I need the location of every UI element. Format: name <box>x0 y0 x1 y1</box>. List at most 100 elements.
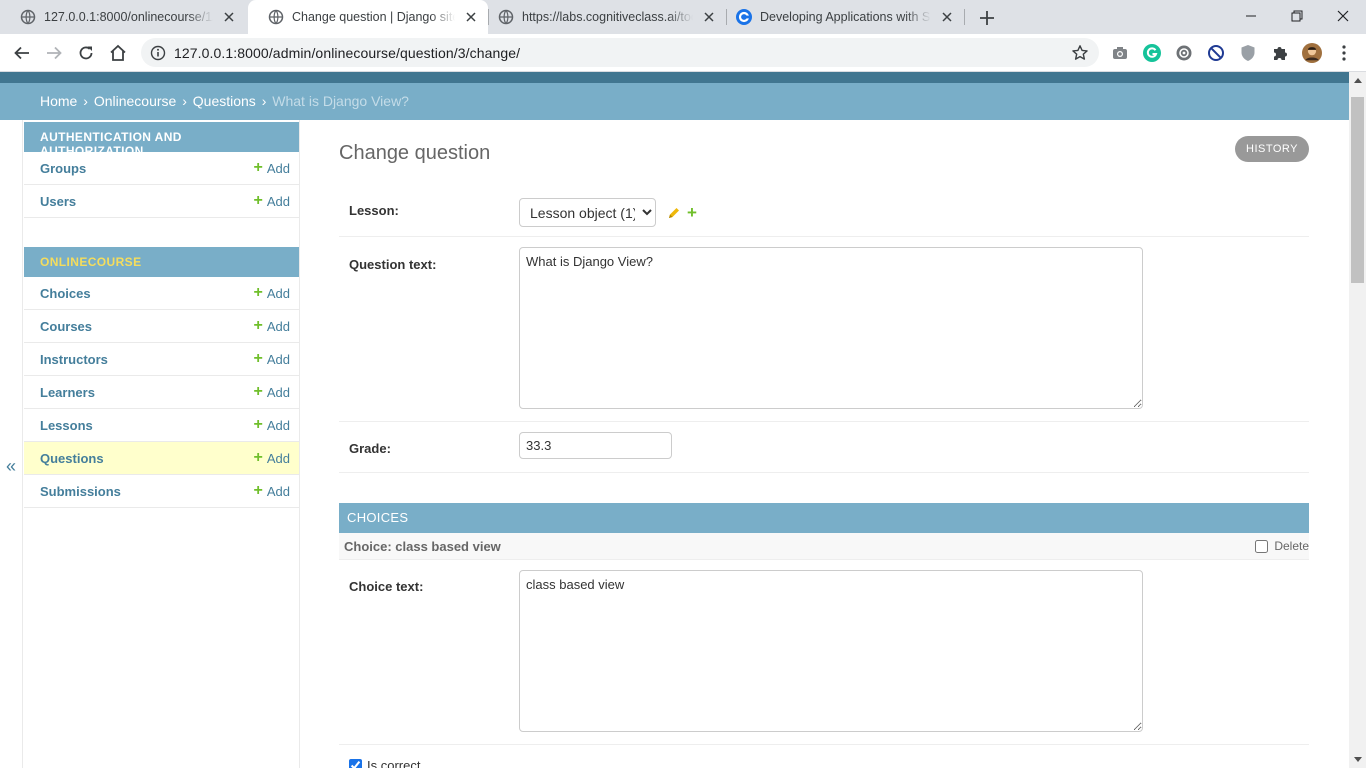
plus-icon: + <box>253 317 263 334</box>
breadcrumb-model[interactable]: Questions <box>193 93 256 109</box>
is-correct-checkbox[interactable] <box>349 759 362 768</box>
module-caption[interactable]: Authentication and Authorization <box>24 122 299 158</box>
profile-avatar[interactable] <box>1302 43 1322 63</box>
module-caption[interactable]: Onlinecourse <box>24 247 299 277</box>
grammarly-icon[interactable] <box>1142 43 1162 63</box>
module-auth: Authentication and Authorization Groups … <box>24 122 299 218</box>
tab-title: 127.0.0.1:8000/onlinecourse/1/ <box>44 10 213 24</box>
close-tab-icon[interactable] <box>939 9 955 25</box>
page-title: Change question <box>339 142 491 164</box>
grade-input[interactable] <box>519 432 672 459</box>
add-label: Add <box>266 193 290 209</box>
question-text-textarea[interactable]: What is Django View? <box>519 247 1143 409</box>
plus-icon[interactable]: + <box>687 204 700 221</box>
home-icon[interactable] <box>106 41 130 65</box>
sidebar-item-label[interactable]: Learners <box>40 385 254 400</box>
page-viewport: ʼ ʻ Home › Onlinecourse › Questions › Wh… <box>0 72 1349 768</box>
add-link[interactable]: + Add <box>254 483 290 499</box>
url-text: 127.0.0.1:8000/admin/onlinecourse/questi… <box>174 45 521 61</box>
close-tab-icon[interactable] <box>463 9 479 25</box>
sidebar-item-label[interactable]: Choices <box>40 286 254 301</box>
plus-icon: + <box>253 159 263 176</box>
globe-icon <box>498 9 514 25</box>
sidebar-item-label[interactable]: Submissions <box>40 484 254 499</box>
sidebar-item-label[interactable]: Groups <box>40 161 254 176</box>
camera-icon[interactable] <box>1110 43 1130 63</box>
extensions-puzzle-icon[interactable] <box>1270 43 1290 63</box>
plus-icon: + <box>253 482 263 499</box>
breadcrumb-separator: › <box>261 93 267 109</box>
close-window-icon[interactable] <box>1320 0 1366 32</box>
add-link[interactable]: + Add <box>254 160 290 176</box>
history-button[interactable]: HISTORY <box>1235 136 1309 162</box>
sidebar-item-label[interactable]: Courses <box>40 319 254 334</box>
minimize-icon[interactable] <box>1228 0 1274 32</box>
add-link[interactable]: + Add <box>254 384 290 400</box>
breadcrumb-home[interactable]: Home <box>40 93 77 109</box>
is-correct-label: Is correct <box>367 758 421 768</box>
breadcrumb-app[interactable]: Onlinecourse <box>94 93 177 109</box>
add-link[interactable]: + Add <box>254 318 290 334</box>
sidebar-item-label[interactable]: Questions <box>40 451 254 466</box>
globe-icon <box>268 9 284 25</box>
page-scrollbar[interactable] <box>1349 72 1366 768</box>
choice-text-textarea[interactable]: class based view <box>519 570 1143 732</box>
sidebar-item-questions: Questions + Add <box>24 442 299 475</box>
add-link[interactable]: + Add <box>254 285 290 301</box>
gear-extension-icon[interactable] <box>1174 43 1194 63</box>
coursera-icon <box>736 9 752 25</box>
sidebar-item-lessons: Lessons + Add <box>24 409 299 442</box>
sidebar-toggle[interactable]: « <box>0 120 23 768</box>
collapse-sidebar-icon[interactable]: « <box>6 456 16 477</box>
address-bar[interactable]: 127.0.0.1:8000/admin/onlinecourse/questi… <box>141 38 1099 67</box>
browser-tab-change-question[interactable]: Change question | Django site admin <box>248 0 488 34</box>
browser-tab-developing-apps[interactable]: Developing Applications with SQL <box>716 0 964 34</box>
plus-icon: + <box>253 192 263 209</box>
tab-title: https://labs.cognitiveclass.ai/tools/ <box>522 10 693 24</box>
forward-icon[interactable] <box>42 41 66 65</box>
plus-icon: + <box>253 449 263 466</box>
browser-tab-cognitiveclass[interactable]: https://labs.cognitiveclass.ai/tools/ <box>478 0 726 34</box>
sidebar-item-label[interactable]: Instructors <box>40 352 254 367</box>
delete-checkbox[interactable] <box>1255 539 1269 553</box>
form-row-grade: Grade: <box>339 422 1309 473</box>
back-icon[interactable] <box>10 41 34 65</box>
add-label: Add <box>266 417 290 433</box>
close-tab-icon[interactable] <box>221 9 237 25</box>
new-tab-icon[interactable] <box>977 8 997 28</box>
scroll-down-icon[interactable] <box>1349 751 1366 768</box>
plus-icon: + <box>253 284 263 301</box>
lesson-select[interactable]: Lesson object (1) <box>519 198 656 227</box>
tab-title: Developing Applications with SQL <box>760 10 931 24</box>
add-link[interactable]: + Add <box>254 450 290 466</box>
globe-icon <box>20 9 36 25</box>
scroll-up-icon[interactable] <box>1349 72 1366 89</box>
close-tab-icon[interactable] <box>701 9 717 25</box>
choices-inline-header: Choices <box>339 503 1309 533</box>
breadcrumb-separator: › <box>182 93 187 109</box>
scrollbar-thumb[interactable] <box>1351 97 1364 283</box>
reload-icon[interactable] <box>74 41 98 65</box>
browser-tabstrip: 127.0.0.1:8000/onlinecourse/1/ Change qu… <box>0 0 1366 34</box>
breadcrumb-separator: › <box>83 93 88 109</box>
restore-icon[interactable] <box>1274 0 1320 32</box>
tab-separator <box>964 9 965 25</box>
sidebar-item-label[interactable]: Users <box>40 194 254 209</box>
bookmark-star-icon[interactable] <box>1071 44 1089 62</box>
module-onlinecourse: Onlinecourse Choices + Add Courses + Add I… <box>24 247 299 508</box>
shield-icon[interactable] <box>1238 43 1258 63</box>
block-icon[interactable] <box>1206 43 1226 63</box>
choice-title: Choice: class based view <box>344 539 501 554</box>
info-icon[interactable] <box>150 45 166 61</box>
browser-menu-icon[interactable] <box>1334 43 1354 63</box>
browser-tab-onlinecourse[interactable]: 127.0.0.1:8000/onlinecourse/1/ <box>0 0 246 34</box>
sidebar-item-label[interactable]: Lessons <box>40 418 254 433</box>
add-link[interactable]: + Add <box>254 193 290 209</box>
add-link[interactable]: + Add <box>254 351 290 367</box>
breadcrumb: Home › Onlinecourse › Questions › What i… <box>0 83 1349 120</box>
pencil-icon[interactable] <box>667 207 680 220</box>
delete-choice: Delete <box>1255 539 1309 553</box>
add-label: Add <box>266 351 290 367</box>
add-link[interactable]: + Add <box>254 417 290 433</box>
add-label: Add <box>266 384 290 400</box>
